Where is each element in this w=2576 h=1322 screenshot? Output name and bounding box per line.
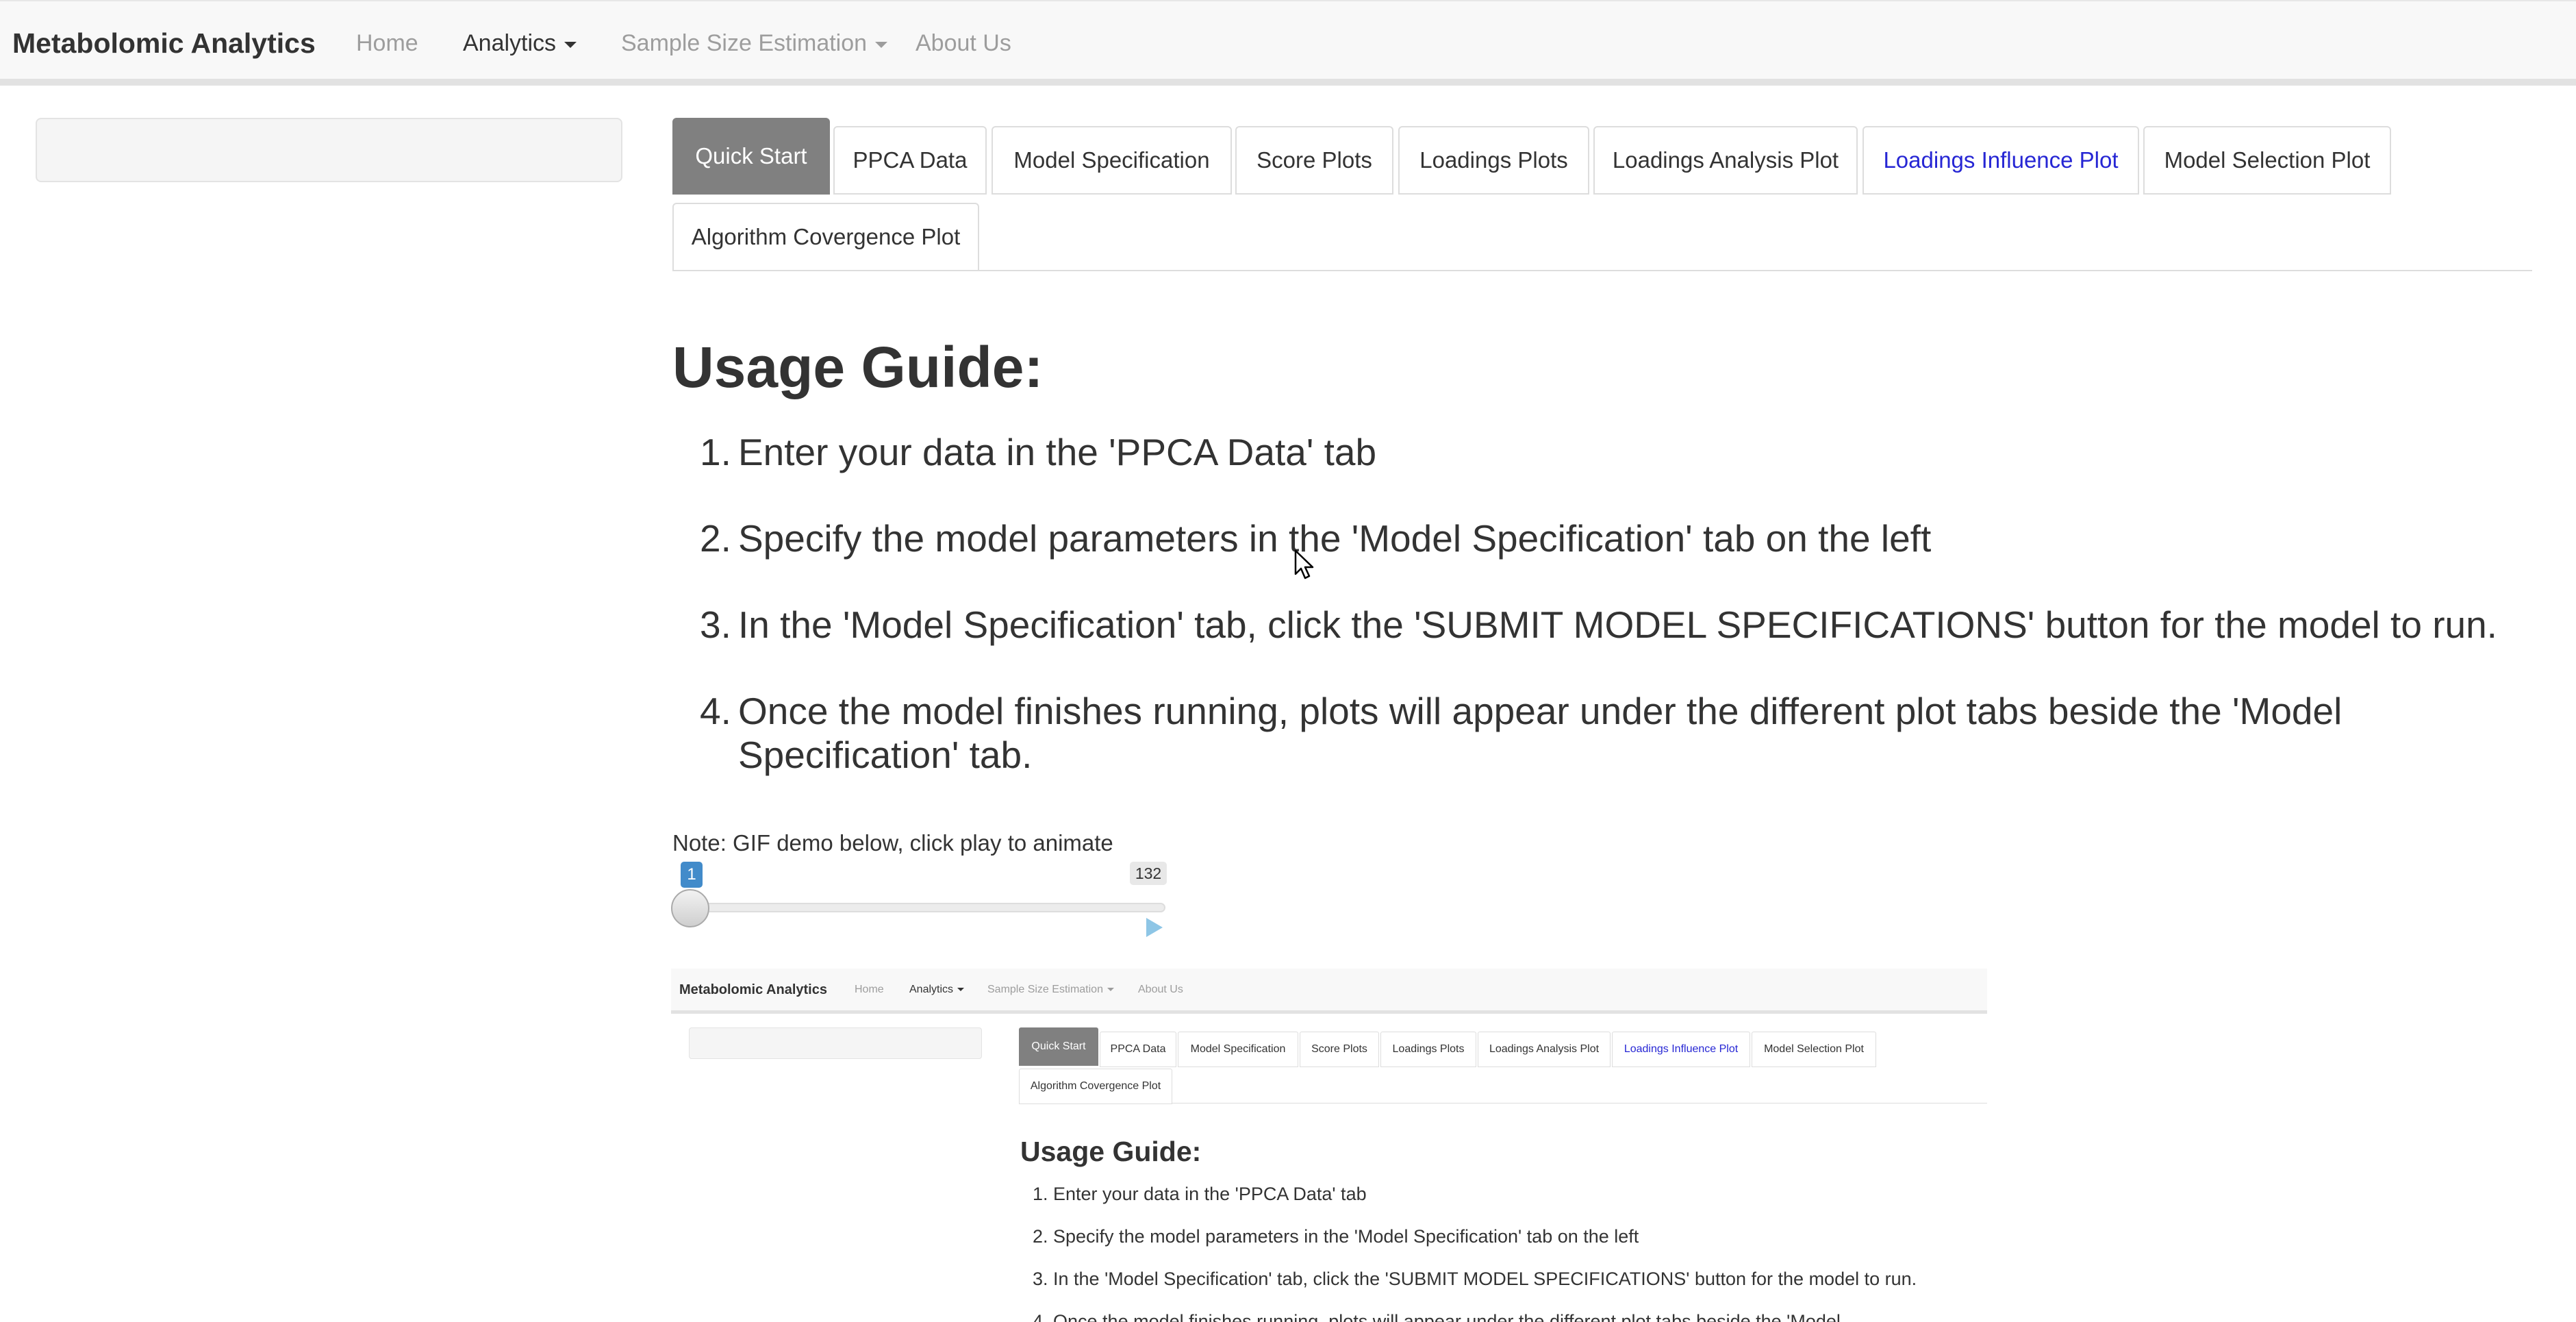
gif-tab-score-plots: Score Plots (1300, 1032, 1379, 1067)
slider-max-value: 132 (1130, 862, 1167, 885)
nav-analytics-label: Analytics (463, 30, 557, 56)
tab-loadings-influence-plot[interactable]: Loadings Influence Plot (1862, 126, 2139, 195)
tab-model-selection-plot[interactable]: Model Selection Plot (2143, 126, 2391, 195)
nav-home[interactable]: Home (356, 30, 418, 57)
gif-tab-model-specification: Model Specification (1178, 1032, 1298, 1067)
brand-title[interactable]: Metabolomic Analytics (12, 27, 316, 60)
gif-nav-analytics: Analytics (909, 984, 965, 996)
gif-sidebar-panel (689, 1027, 982, 1059)
nav-sample-size-estimation[interactable]: Sample Size Estimation (621, 30, 888, 57)
step-text: Once the model finishes running, plots w… (738, 690, 2343, 776)
tab-quick-start[interactable]: Quick Start (672, 118, 830, 195)
animation-slider-track[interactable] (687, 903, 1165, 912)
gif-tab-algorithm-convergence-plot: Algorithm Covergence Plot (1019, 1069, 1172, 1104)
tab-algorithm-convergence-plot[interactable]: Algorithm Covergence Plot (672, 203, 979, 271)
gif-tab-loadings-influence-plot: Loadings Influence Plot (1612, 1032, 1750, 1067)
usage-guide-title: Usage Guide: (672, 335, 1044, 399)
tab-loadings-analysis-plot[interactable]: Loadings Analysis Plot (1593, 126, 1858, 195)
chevron-down-icon (957, 988, 965, 992)
step-text: Enter your data in the 'PPCA Data' tab (738, 431, 1377, 473)
chevron-down-icon (564, 41, 577, 48)
gif-list-item: 1. Enter your data in the 'PPCA Data' ta… (1033, 1184, 1367, 1204)
gif-navbar: Metabolomic Analytics Home Analytics Sam… (671, 969, 1987, 1014)
step-text: Specify the model parameters in the 'Mod… (738, 517, 1932, 560)
step-number: 4. (700, 690, 731, 732)
gif-demo-note: Note: GIF demo below, click play to anim… (672, 830, 1113, 856)
gif-demo-preview: Metabolomic Analytics Home Analytics Sam… (671, 969, 1987, 1322)
nav-home-label: Home (356, 30, 418, 56)
gif-nav-about: About Us (1138, 984, 1183, 995)
tab-model-specification[interactable]: Model Specification (992, 126, 1232, 195)
gif-usage-guide-title: Usage Guide: (1020, 1136, 1202, 1167)
gif-tab-quick-start: Quick Start (1019, 1027, 1098, 1066)
slider-handle[interactable] (671, 889, 709, 927)
gif-tab-model-selection-plot: Model Selection Plot (1752, 1032, 1876, 1067)
sidebar-panel (36, 118, 622, 182)
nav-analytics[interactable]: Analytics (463, 30, 577, 57)
gif-list-item: 4. Once the model finishes running, plot… (1033, 1311, 1841, 1322)
gif-list-item: 2. Specify the model parameters in the '… (1033, 1226, 1639, 1247)
gif-tab-ppca-data: PPCA Data (1100, 1032, 1176, 1067)
step-number: 2. (700, 517, 731, 560)
step-number: 3. (700, 603, 731, 646)
gif-nav-sample-size-label: Sample Size Estimation (987, 984, 1103, 995)
play-icon[interactable] (1145, 916, 1164, 938)
nav-about-us-label: About Us (916, 30, 1011, 56)
gif-nav-home: Home (855, 984, 884, 995)
tab-score-plots[interactable]: Score Plots (1235, 126, 1393, 195)
gif-tab-loadings-plots: Loadings Plots (1380, 1032, 1476, 1067)
gif-brand-title: Metabolomic Analytics (679, 982, 827, 997)
chevron-down-icon (875, 41, 888, 48)
gif-list-item: 3. In the 'Model Specification' tab, cli… (1033, 1269, 1917, 1289)
top-navbar: Metabolomic Analytics Home Analytics Sam… (0, 0, 2576, 86)
nav-about-us[interactable]: About Us (916, 30, 1011, 57)
chevron-down-icon (1107, 988, 1114, 992)
tab-loadings-plots[interactable]: Loadings Plots (1398, 126, 1589, 195)
slider-current-value: 1 (681, 862, 703, 888)
mouse-cursor-icon (1294, 549, 1314, 579)
nav-sample-size-label: Sample Size Estimation (621, 30, 868, 56)
gif-tab-loadings-analysis-plot: Loadings Analysis Plot (1478, 1032, 1611, 1067)
gif-nav-sample-size: Sample Size Estimation (987, 984, 1114, 996)
step-number: 1. (700, 431, 731, 473)
tab-ppca-data[interactable]: PPCA Data (833, 126, 987, 195)
step-text: In the 'Model Specification' tab, click … (738, 603, 2497, 646)
gif-nav-analytics-label: Analytics (909, 984, 954, 995)
